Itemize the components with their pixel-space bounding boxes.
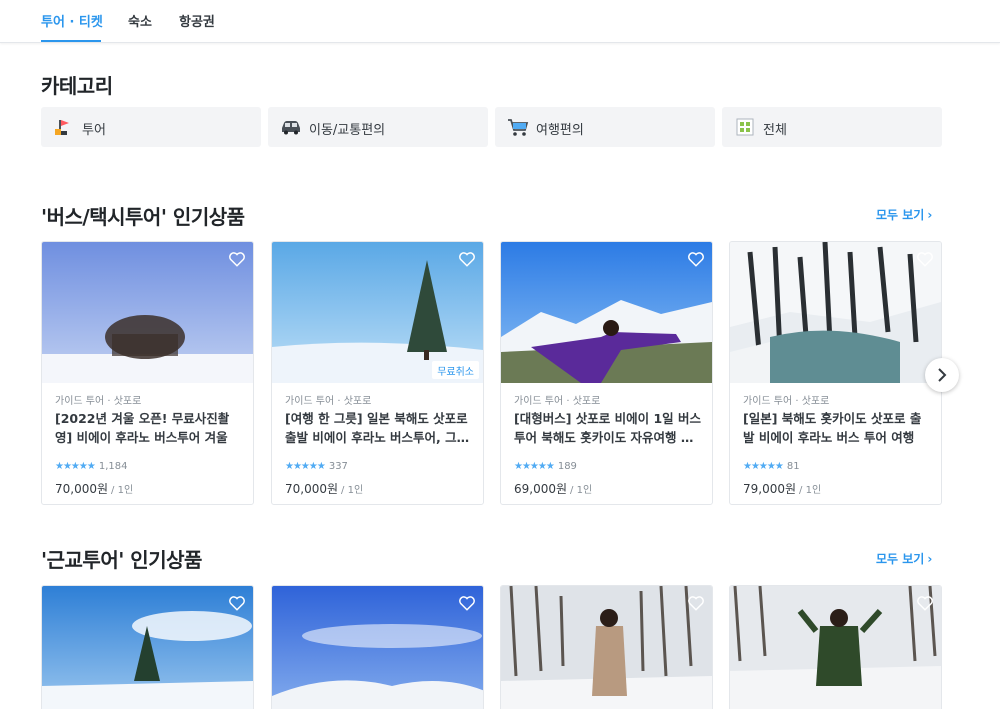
wishlist-heart-icon[interactable] bbox=[687, 594, 705, 612]
product-city: 삿포로 bbox=[572, 396, 601, 407]
see-all-label: 모두 보기 bbox=[876, 552, 925, 566]
wishlist-heart-icon[interactable] bbox=[228, 250, 246, 268]
chevron-right-icon bbox=[938, 368, 947, 382]
chevron-right-icon: › bbox=[927, 208, 933, 222]
product-card[interactable] bbox=[271, 585, 484, 709]
star-rating-icon: ★★★★★ bbox=[55, 461, 96, 472]
grid-icon bbox=[734, 117, 756, 137]
wishlist-heart-icon[interactable] bbox=[458, 250, 476, 268]
product-image bbox=[272, 586, 483, 709]
product-rating: ★★★★★ 81 bbox=[743, 461, 800, 472]
product-image bbox=[501, 586, 712, 709]
product-card[interactable]: 가이드 투어 · 삿포로 [2022년 겨울 오픈! 무료사진촬영] 비에이 후… bbox=[41, 241, 254, 505]
category-tour-button[interactable]: 투어 bbox=[41, 107, 261, 147]
review-count: 1,184 bbox=[98, 461, 128, 472]
product-price: 70,000원/ 1인 bbox=[55, 480, 133, 497]
see-all-link[interactable]: 모두 보기 › bbox=[876, 550, 932, 567]
product-rating: ★★★★★ 337 bbox=[285, 461, 348, 472]
product-price: 79,000원/ 1인 bbox=[743, 480, 821, 497]
chevron-right-icon: › bbox=[927, 552, 933, 566]
bus-taxi-section-title: '버스/택시투어' 인기상품 bbox=[41, 205, 245, 229]
active-tab-indicator bbox=[41, 40, 101, 42]
wishlist-heart-icon[interactable] bbox=[916, 594, 934, 612]
price-value: 79,000원 bbox=[743, 482, 797, 496]
wishlist-heart-icon[interactable] bbox=[458, 594, 476, 612]
review-count: 337 bbox=[328, 461, 348, 472]
product-title: [여행 한 그릇] 일본 북해도 삿포로 출발 비에이 후라노 버스투어, 그… bbox=[285, 411, 470, 445]
product-image bbox=[730, 586, 941, 709]
product-city: 삿포로 bbox=[801, 396, 830, 407]
category-travel-convenience-button[interactable]: 여행편의 bbox=[495, 107, 715, 147]
car-icon bbox=[280, 117, 302, 137]
product-meta: 가이드 투어 · 삿포로 bbox=[55, 396, 142, 407]
product-category: 가이드 투어 bbox=[285, 396, 335, 407]
see-all-label: 모두 보기 bbox=[876, 208, 925, 222]
wishlist-heart-icon[interactable] bbox=[687, 250, 705, 268]
wishlist-heart-icon[interactable] bbox=[228, 594, 246, 612]
category-label: 여행편의 bbox=[536, 123, 584, 138]
product-meta: 가이드 투어 · 삿포로 bbox=[743, 396, 830, 407]
product-category: 가이드 투어 bbox=[55, 396, 105, 407]
star-rating-icon: ★★★★★ bbox=[285, 461, 326, 472]
price-unit: / 1인 bbox=[570, 485, 593, 496]
price-value: 69,000원 bbox=[514, 482, 568, 496]
product-price: 69,000원/ 1인 bbox=[514, 480, 592, 497]
free-cancel-badge: 무료취소 bbox=[432, 361, 479, 379]
product-title: [대형버스] 삿포로 비에이 1일 버스투어 북해도 홋카이도 자유여행 … bbox=[514, 411, 702, 445]
product-city: 삿포로 bbox=[343, 396, 372, 407]
cart-icon bbox=[507, 117, 529, 137]
review-count: 81 bbox=[786, 461, 800, 472]
see-all-link[interactable]: 모두 보기 › bbox=[876, 206, 932, 223]
star-rating-icon: ★★★★★ bbox=[514, 461, 555, 472]
product-meta: 가이드 투어 · 삿포로 bbox=[514, 396, 601, 407]
product-category: 가이드 투어 bbox=[743, 396, 793, 407]
top-navigation: 투어 · 티켓 숙소 항공권 bbox=[0, 0, 1000, 43]
star-rating-icon: ★★★★★ bbox=[743, 461, 784, 472]
wishlist-heart-icon[interactable] bbox=[916, 250, 934, 268]
tab-flights[interactable]: 항공권 bbox=[179, 11, 215, 30]
category-label: 전체 bbox=[763, 123, 787, 138]
product-card[interactable] bbox=[41, 585, 254, 709]
category-all-button[interactable]: 전체 bbox=[722, 107, 942, 147]
product-title: [2022년 겨울 오픈! 무료사진촬영] 비에이 후라노 버스투어 겨울 이… bbox=[55, 411, 230, 445]
product-rating: ★★★★★ 1,184 bbox=[55, 461, 127, 472]
product-image bbox=[42, 242, 253, 383]
category-label: 이동/교통편의 bbox=[309, 123, 386, 138]
price-unit: / 1인 bbox=[799, 485, 822, 496]
product-category: 가이드 투어 bbox=[514, 396, 564, 407]
category-label: 투어 bbox=[82, 123, 106, 138]
product-image bbox=[730, 242, 941, 383]
price-unit: / 1인 bbox=[341, 485, 364, 496]
category-section-title: 카테고리 bbox=[41, 74, 113, 98]
price-value: 70,000원 bbox=[55, 482, 109, 496]
category-transport-button[interactable]: 이동/교통편의 bbox=[268, 107, 488, 147]
product-card[interactable] bbox=[729, 585, 942, 709]
product-rating: ★★★★★ 189 bbox=[514, 461, 577, 472]
product-city: 삿포로 bbox=[113, 396, 142, 407]
tour-flag-icon bbox=[53, 117, 75, 137]
product-meta: 가이드 투어 · 삿포로 bbox=[285, 396, 372, 407]
product-image bbox=[42, 586, 253, 709]
product-card[interactable]: 가이드 투어 · 삿포로 [일본] 북해도 홋카이도 삿포로 출발 비에이 후라… bbox=[729, 241, 942, 505]
tab-lodging[interactable]: 숙소 bbox=[128, 11, 152, 30]
product-card[interactable]: 무료취소 가이드 투어 · 삿포로 [여행 한 그릇] 일본 북해도 삿포로 출… bbox=[271, 241, 484, 505]
product-image bbox=[501, 242, 712, 383]
tab-tour-ticket[interactable]: 투어 · 티켓 bbox=[41, 11, 103, 30]
price-unit: / 1인 bbox=[111, 485, 134, 496]
product-title: [일본] 북해도 홋카이도 삿포로 출발 비에이 후라노 버스 투어 여행 bbox=[743, 411, 922, 445]
price-value: 70,000원 bbox=[285, 482, 339, 496]
product-price: 70,000원/ 1인 bbox=[285, 480, 363, 497]
product-card[interactable]: 가이드 투어 · 삿포로 [대형버스] 삿포로 비에이 1일 버스투어 북해도 … bbox=[500, 241, 713, 505]
review-count: 189 bbox=[557, 461, 577, 472]
product-card[interactable] bbox=[500, 585, 713, 709]
nearby-tour-section-title: '근교투어' 인기상품 bbox=[41, 548, 202, 572]
carousel-next-button[interactable] bbox=[925, 358, 959, 392]
